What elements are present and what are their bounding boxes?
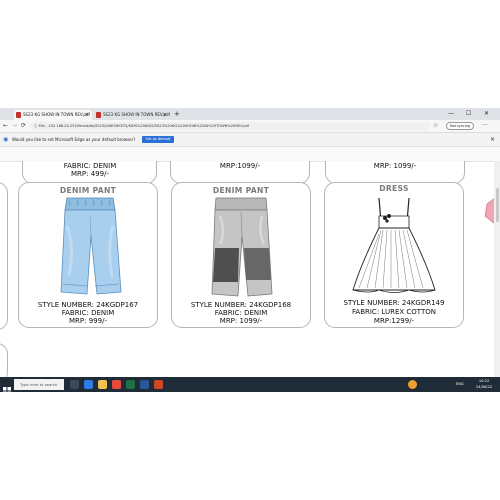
task-view-icon[interactable]: [70, 380, 79, 389]
mrp-text: MRP:1099/-: [219, 162, 261, 170]
mrp-text: MRP: 499/-: [71, 170, 109, 178]
pdf-icon: [96, 112, 101, 118]
toolbar-backdrop: [0, 147, 500, 161]
taskbar-search-input[interactable]: Type here to search: [14, 379, 64, 390]
edge-taskbar-icon[interactable]: [84, 380, 93, 389]
set-as-default-button[interactable]: Set as default: [142, 136, 174, 143]
url-input[interactable]: ⓘ File | 192.168.20.252/ferrokids/SS23/L…: [30, 122, 430, 130]
style-number: STYLE NUMBER: 24KGDR149: [343, 299, 445, 307]
weather-icon[interactable]: [408, 380, 417, 389]
mrp-text: MRP: 1099/-: [219, 317, 263, 325]
fabric-text: FABRIC: LUREX COTTON: [352, 308, 436, 316]
taskbar-clock[interactable]: 10:22 24/08/22: [476, 378, 492, 390]
word-taskbar-icon[interactable]: [140, 380, 149, 389]
pdf-icon: [16, 112, 21, 118]
infobar-message: Would you like to set Microsoft Edge as …: [12, 137, 136, 142]
back-button[interactable]: ←: [3, 121, 8, 131]
mrp-text: MRP: 999/-: [69, 317, 107, 325]
minimize-icon[interactable]: —: [448, 108, 454, 120]
edge-icon: ◉: [3, 136, 9, 143]
mrp-text: MRP: 1099/-: [373, 162, 417, 170]
denim-pant-image: [60, 197, 122, 295]
close-infobar-icon[interactable]: ×: [490, 134, 495, 145]
sync-button[interactable]: Not syncing: [446, 122, 474, 130]
tab-label: SS23 KG SHOW IN TOWN REV.pdf: [103, 112, 170, 117]
excel-taskbar-icon[interactable]: [126, 380, 135, 389]
forward-button[interactable]: →: [12, 121, 17, 131]
new-tab-button[interactable]: +: [174, 109, 180, 119]
url-prefix: File: [38, 124, 45, 128]
url-text: 192.168.20.252/ferrokids/SS23/LINESHEETS…: [48, 124, 250, 128]
product-title: DRESS: [379, 184, 409, 193]
scrollbar-thumb[interactable]: [495, 188, 499, 222]
tab-inactive[interactable]: SS23 KG SHOW IN TOWN REV.pdf ×: [94, 110, 170, 120]
chrome-taskbar-icon[interactable]: [112, 380, 121, 389]
language-indicator[interactable]: ENG: [456, 380, 464, 389]
denim-pant-image: [211, 197, 273, 297]
close-tab-icon[interactable]: ×: [85, 110, 89, 120]
windows-start-icon[interactable]: [3, 380, 11, 395]
mrp-text: MRP:1299/-: [373, 317, 415, 325]
star-icon[interactable]: ☆: [433, 121, 438, 131]
file-explorer-icon[interactable]: [98, 380, 107, 389]
close-tab-icon[interactable]: ×: [163, 110, 167, 120]
product-title: DENIM PANT: [212, 186, 270, 195]
product-title: DENIM PANT: [59, 186, 117, 195]
clock-date: 24/08/22: [476, 385, 493, 389]
product-card-partial-left: [0, 182, 8, 330]
powerpoint-taskbar-icon[interactable]: [154, 380, 163, 389]
tab-active[interactable]: SS23 KG SHOW IN TOWN REV.pdf ×: [14, 110, 92, 120]
tab-label: SS23 KG SHOW IN TOWN REV.pdf: [23, 112, 90, 117]
url-separator: |: [45, 124, 48, 128]
refresh-button[interactable]: ⟳: [21, 121, 26, 131]
more-menu-button[interactable]: ···: [482, 121, 488, 131]
close-window-icon[interactable]: ✕: [484, 108, 489, 120]
info-icon: ⓘ: [34, 124, 38, 128]
maximize-icon[interactable]: ☐: [466, 108, 471, 120]
dress-sketch-image: [352, 197, 436, 293]
